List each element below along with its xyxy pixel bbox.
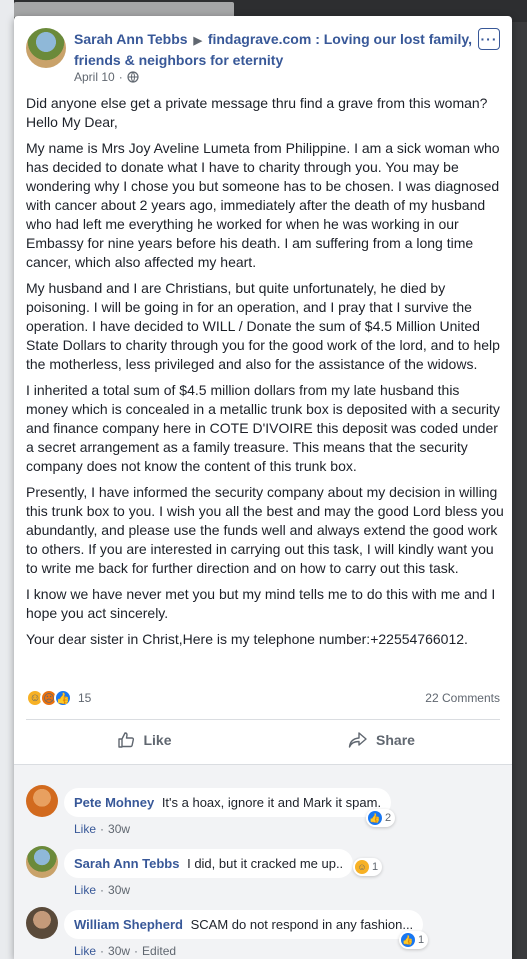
like-reaction-icon: 👍 <box>401 933 415 947</box>
comment-reaction-count: 1 <box>418 934 425 946</box>
comment-text: It's a hoax, ignore it and Mark it spam. <box>161 795 382 810</box>
comment-actions: Like · 30w <box>74 883 130 897</box>
avatar[interactable] <box>26 785 58 817</box>
like-label: Like <box>143 732 172 748</box>
comment-time[interactable]: 30w <box>108 944 130 958</box>
post-meta: April 10 · <box>74 70 139 84</box>
comment-text: SCAM do not respond in any fashion... <box>190 917 414 932</box>
post-paragraph: Presently, I have informed the security … <box>26 484 504 576</box>
separator: · <box>100 822 105 836</box>
share-icon <box>348 732 367 748</box>
comment-bubble: William Shepherd SCAM do not respond in … <box>64 910 424 939</box>
separator: · <box>134 944 139 958</box>
comment-actions: Like · 30w · Edited <box>74 944 176 958</box>
post-paragraph: My name is Mrs Joy Aveline Lumeta from P… <box>26 140 500 270</box>
comment-reaction[interactable]: 👍 2 <box>366 809 396 827</box>
reactions-bar: ☺ ☹ 👍 15 22 Comments <box>26 688 500 708</box>
avatar[interactable] <box>26 907 58 939</box>
commenter-name[interactable]: William Shepherd <box>74 917 183 932</box>
comment-actions: Like · 30w <box>74 822 130 836</box>
commenter-name[interactable]: Pete Mohney <box>74 795 154 810</box>
share-label: Share <box>376 732 415 748</box>
post-header: Sarah Ann Tebbs ▶ findagrave.com : Lovin… <box>26 28 500 84</box>
like-button[interactable]: Like <box>26 731 263 749</box>
comment-text: I did, but it cracked me up.. <box>187 856 344 871</box>
comment-reaction[interactable]: ☺ 1 <box>353 858 383 876</box>
comment-like-link[interactable]: Like <box>74 822 96 836</box>
reaction-count[interactable]: 15 <box>78 691 91 705</box>
comment-reaction-count: 2 <box>385 812 392 824</box>
comments-section: Pete Mohney It's a hoax, ignore it and M… <box>14 764 512 959</box>
like-reaction-icon: 👍 <box>368 811 382 825</box>
divider <box>26 719 500 720</box>
comment-reaction-count: 1 <box>372 861 379 873</box>
post-paragraph: I inherited a total sum of $4.5 million … <box>26 382 500 474</box>
more-options-button[interactable]: ··· <box>478 28 500 50</box>
comment-like-link[interactable]: Like <box>74 883 96 897</box>
background-page-strip <box>0 0 14 959</box>
edited-label[interactable]: Edited <box>142 944 176 958</box>
post-date[interactable]: April 10 <box>74 70 115 84</box>
post-card: Sarah Ann Tebbs ▶ findagrave.com : Lovin… <box>14 16 512 959</box>
post-body: Did anyone else get a private message th… <box>26 94 504 656</box>
separator: · <box>100 883 105 897</box>
author-avatar[interactable] <box>26 28 66 68</box>
author-name[interactable]: Sarah Ann Tebbs <box>74 31 188 47</box>
comments-count[interactable]: 22 Comments <box>425 691 500 705</box>
globe-icon <box>127 71 139 83</box>
separator: · <box>100 944 105 958</box>
comment-bubble: Sarah Ann Tebbs I did, but it cracked me… <box>64 849 354 878</box>
author-line: Sarah Ann Tebbs ▶ findagrave.com : Lovin… <box>74 30 474 70</box>
comment-time[interactable]: 30w <box>108 822 130 836</box>
comment-reaction[interactable]: 👍 1 <box>399 931 429 949</box>
commenter-name[interactable]: Sarah Ann Tebbs <box>74 856 179 871</box>
comment-like-link[interactable]: Like <box>74 944 96 958</box>
haha-reaction-icon: ☺ <box>355 860 369 874</box>
reaction-icons[interactable]: ☺ ☹ 👍 <box>26 689 72 707</box>
post-paragraph: Your dear sister in Christ,Here is my te… <box>26 631 468 647</box>
post-paragraph: I know we have never met you but my mind… <box>26 586 496 621</box>
share-button[interactable]: Share <box>263 731 500 749</box>
like-reaction-icon: 👍 <box>54 689 72 707</box>
post-paragraph: Did anyone else get a private message th… <box>26 95 488 130</box>
avatar[interactable] <box>26 846 58 878</box>
arrow-right-icon: ▶ <box>193 35 202 47</box>
post-paragraph: My husband and I are Christians, but qui… <box>26 280 500 372</box>
meta-separator: · <box>118 70 123 84</box>
comment-bubble: Pete Mohney It's a hoax, ignore it and M… <box>64 788 392 817</box>
comment-time[interactable]: 30w <box>108 883 130 897</box>
thumbs-up-icon <box>118 732 135 748</box>
post-actions: Like Share <box>26 724 500 756</box>
